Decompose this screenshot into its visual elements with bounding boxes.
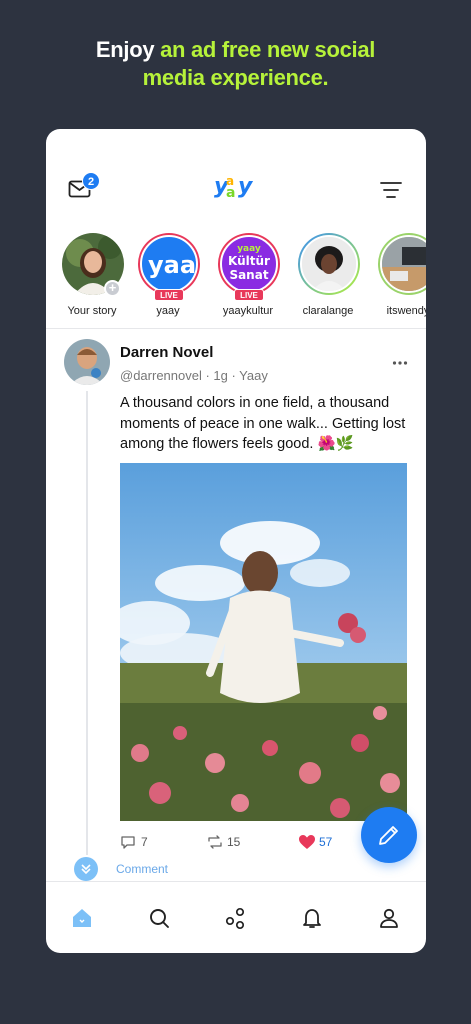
headline-accent: an ad free new social: [160, 37, 376, 62]
yaay-avatar-text: yaay: [148, 251, 196, 279]
divider: [46, 328, 426, 329]
live-badge: LIVE: [154, 289, 184, 301]
repost-icon: [208, 835, 222, 849]
compose-button[interactable]: [361, 807, 417, 863]
kultur-text-bot: Sanat: [229, 268, 268, 282]
repost-button[interactable]: 15: [206, 833, 246, 853]
like-count: 57: [319, 835, 333, 849]
more-options-icon[interactable]: [392, 353, 408, 365]
comment-icon: [121, 836, 135, 849]
headline-white: Enjoy: [95, 37, 161, 62]
discover-icon[interactable]: [224, 906, 248, 930]
tab-bar: [46, 882, 426, 953]
headline-line2: media experience.: [142, 65, 329, 90]
app-screen: 2 y a a y + Your story yaa LIVE yaay yaa…: [46, 129, 426, 953]
top-bar: 2 y a a y: [46, 129, 426, 229]
story-name: itswendy: [386, 305, 426, 317]
search-icon[interactable]: [147, 906, 171, 930]
like-button[interactable]: 57: [298, 833, 348, 853]
story-ring: [378, 233, 426, 295]
yaay-story-avatar: yaay: [140, 235, 198, 293]
post-actions: 7 15 57: [120, 833, 360, 853]
kultur-text-top: yaay: [237, 244, 261, 254]
heart-icon: [299, 835, 315, 849]
claralange-story-avatar: [300, 235, 358, 293]
svg-text:y: y: [238, 174, 254, 199]
profile-icon[interactable]: [377, 906, 401, 930]
comment-count: 7: [141, 835, 148, 849]
story-name: yaay: [156, 305, 180, 317]
mail-badge: 2: [82, 172, 100, 190]
story-ring: yaay: [138, 233, 200, 295]
comment-button[interactable]: 7: [120, 833, 160, 853]
story-ring: [298, 233, 360, 295]
home-icon[interactable]: [70, 906, 94, 930]
promo-headline: Enjoy an ad free new social media experi…: [0, 36, 471, 92]
post-author-name[interactable]: Darren Novel: [120, 344, 213, 361]
yaay-chevron-avatar: [74, 857, 98, 881]
post-author-avatar[interactable]: [64, 339, 110, 385]
stories-row: + Your story yaay LIVE yaay yaay Kültür …: [46, 233, 426, 325]
thread-line: [86, 391, 88, 855]
post-image[interactable]: [120, 463, 407, 821]
pencil-icon: [379, 826, 398, 845]
comment-link[interactable]: Comment: [116, 862, 168, 876]
post-text: A thousand colors in one field, a thousa…: [120, 395, 406, 452]
yaay-logo[interactable]: y a a y: [214, 171, 260, 205]
yaaykultur-story-avatar: yaay Kültür Sanat: [220, 235, 278, 293]
svg-text:a: a: [226, 174, 234, 188]
post-meta: @darrennovel · 1g · Yaay: [120, 368, 268, 383]
repost-count: 15: [227, 835, 241, 849]
story-name: claralange: [302, 305, 354, 317]
kultur-text-mid: Kültür: [228, 254, 270, 268]
live-badge: LIVE: [234, 289, 264, 301]
filter-icon[interactable]: [380, 179, 402, 201]
story-ring: yaay Kültür Sanat: [218, 233, 280, 295]
itswendy-story-avatar: [380, 235, 426, 293]
add-story-button[interactable]: +: [104, 280, 121, 297]
story-name: yaaykultur: [222, 305, 274, 317]
notifications-icon[interactable]: [300, 906, 324, 930]
